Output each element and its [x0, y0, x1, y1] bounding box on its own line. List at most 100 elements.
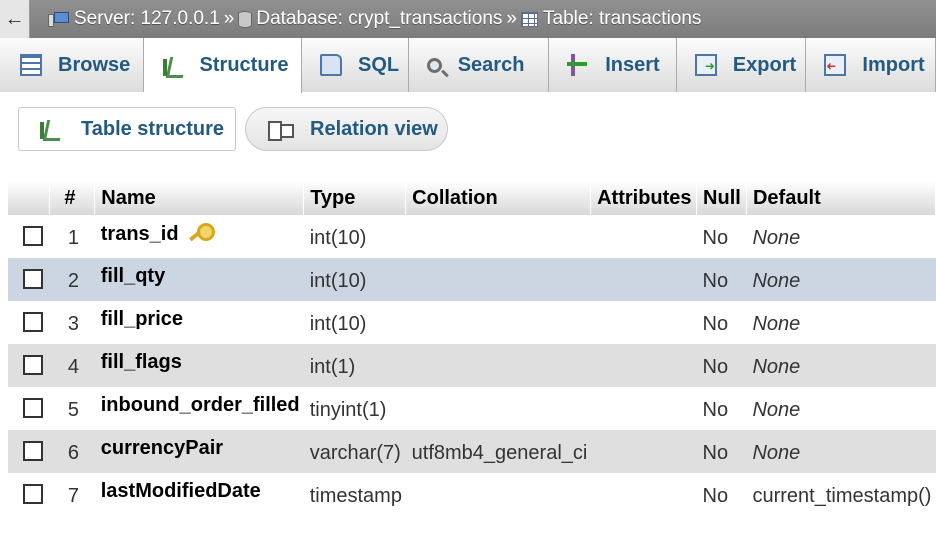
- table-row[interactable]: 2 fill_qty int(10) No None: [8, 258, 936, 301]
- tab-sql-label: SQL: [358, 53, 400, 76]
- breadcrumb-table[interactable]: Table: transactions: [521, 8, 701, 30]
- export-icon: [694, 54, 717, 76]
- tab-structure-label: Structure: [199, 54, 289, 76]
- tab-export[interactable]: Export: [676, 38, 807, 92]
- tab-search[interactable]: Search: [408, 38, 550, 92]
- search-icon: [426, 57, 442, 73]
- column-type: int(1): [303, 344, 406, 387]
- tab-import[interactable]: Import: [806, 38, 936, 92]
- server-icon: [48, 11, 70, 27]
- table-icon: [521, 11, 539, 27]
- table-row[interactable]: 3 fill_price int(10) No None: [8, 301, 936, 344]
- breadcrumb-server[interactable]: Server: 127.0.0.1: [30, 8, 220, 30]
- column-attributes: [590, 344, 697, 387]
- header-type[interactable]: Type: [303, 181, 407, 215]
- breadcrumb-table-label: Table: transactions: [543, 8, 702, 29]
- column-type: tinyint(1): [303, 387, 406, 430]
- breadcrumb-database-label: Database: crypt_transactions: [256, 8, 503, 29]
- table-row[interactable]: 6 currencyPair varchar(7) utf8mb4_genera…: [8, 430, 936, 473]
- breadcrumb-separator: »: [506, 8, 517, 29]
- column-attributes: [590, 473, 697, 516]
- column-attributes: [590, 301, 697, 344]
- table-row[interactable]: 1 trans_id int(10) No None: [8, 215, 936, 258]
- browse-icon: [20, 54, 42, 76]
- breadcrumb-separator: »: [223, 8, 235, 29]
- column-null: No: [696, 473, 747, 516]
- insert-icon: [567, 54, 589, 76]
- row-checkbox[interactable]: [23, 354, 43, 375]
- column-default: None: [746, 301, 936, 344]
- primary-key-icon: [187, 222, 215, 242]
- structure-icon: [39, 118, 63, 140]
- header-name[interactable]: Name: [94, 181, 305, 215]
- tab-export-label: Export: [732, 53, 797, 76]
- structure-table: # Name Type Collation Attributes Null De…: [8, 181, 936, 516]
- tab-insert[interactable]: Insert: [549, 38, 677, 92]
- column-collation: [405, 387, 591, 430]
- header-num[interactable]: #: [49, 181, 96, 215]
- table-row[interactable]: 7 lastModifiedDate timestamp No current_…: [8, 473, 936, 516]
- header-default[interactable]: Default: [746, 181, 936, 215]
- relation-view-button[interactable]: Relation view: [245, 107, 448, 151]
- column-collation: [405, 301, 591, 344]
- row-num: 6: [49, 430, 95, 473]
- tab-structure[interactable]: Structure: [143, 38, 303, 93]
- column-null: No: [696, 258, 747, 301]
- column-name: lastModifiedDate: [94, 473, 304, 516]
- row-checkbox[interactable]: [23, 397, 43, 418]
- row-checkbox[interactable]: [23, 440, 43, 461]
- column-type: int(10): [303, 215, 406, 258]
- column-attributes: [590, 430, 697, 473]
- column-type: varchar(7): [303, 430, 406, 473]
- table-row[interactable]: 5 inbound_order_filled tinyint(1) No Non…: [8, 387, 936, 430]
- row-checkbox[interactable]: [23, 225, 43, 246]
- sql-icon: [320, 54, 343, 76]
- row-checkbox[interactable]: [23, 311, 43, 332]
- row-num: 7: [49, 473, 95, 516]
- tab-sql[interactable]: SQL: [302, 38, 409, 92]
- tab-search-label: Search: [457, 53, 525, 76]
- header-collation[interactable]: Collation: [405, 181, 592, 215]
- column-name-label: trans_id: [100, 223, 179, 245]
- column-name: fill_price: [94, 301, 304, 344]
- column-null: No: [696, 387, 747, 430]
- table-row[interactable]: 4 fill_flags int(1) No None: [8, 344, 936, 387]
- row-num: 1: [49, 215, 95, 258]
- breadcrumb: ← Server: 127.0.0.1 » Database: crypt_tr…: [0, 0, 936, 38]
- breadcrumb-database[interactable]: Database: crypt_transactions: [238, 8, 502, 30]
- table-structure-button[interactable]: Table structure: [18, 107, 236, 151]
- header-attributes[interactable]: Attributes: [590, 181, 698, 215]
- back-arrow-icon: ←: [4, 7, 25, 30]
- column-null: No: [696, 215, 747, 258]
- column-name: currencyPair: [94, 430, 304, 473]
- column-collation: utf8mb4_general_ci: [405, 430, 591, 473]
- main-tabs: Browse Structure SQL Search Insert Expor…: [0, 38, 936, 93]
- column-attributes: [590, 387, 697, 430]
- column-attributes: [590, 215, 697, 258]
- column-name: fill_qty: [94, 258, 304, 301]
- row-num: 4: [49, 344, 95, 387]
- column-collation: [405, 344, 591, 387]
- breadcrumb-server-label: Server: 127.0.0.1: [74, 8, 220, 29]
- row-checkbox[interactable]: [23, 268, 43, 289]
- column-default: None: [746, 387, 936, 430]
- column-default: None: [746, 258, 936, 301]
- column-name: trans_id: [94, 215, 304, 258]
- header-null[interactable]: Null: [696, 181, 747, 215]
- tab-browse[interactable]: Browse: [0, 38, 144, 92]
- tab-import-label: Import: [862, 53, 925, 76]
- column-collation: [405, 215, 591, 258]
- tab-browse-label: Browse: [58, 53, 131, 76]
- back-button[interactable]: ←: [0, 0, 30, 38]
- table-header-row: # Name Type Collation Attributes Null De…: [8, 181, 936, 215]
- column-null: No: [696, 344, 747, 387]
- column-default: None: [746, 430, 936, 473]
- header-checkbox-col: [8, 181, 51, 215]
- row-checkbox[interactable]: [23, 483, 43, 504]
- tab-insert-label: Insert: [605, 53, 660, 76]
- column-null: No: [696, 301, 747, 344]
- column-null: No: [696, 430, 747, 473]
- column-default: current_timestamp(): [746, 473, 936, 516]
- column-name: fill_flags: [94, 344, 304, 387]
- column-type: int(10): [303, 258, 406, 301]
